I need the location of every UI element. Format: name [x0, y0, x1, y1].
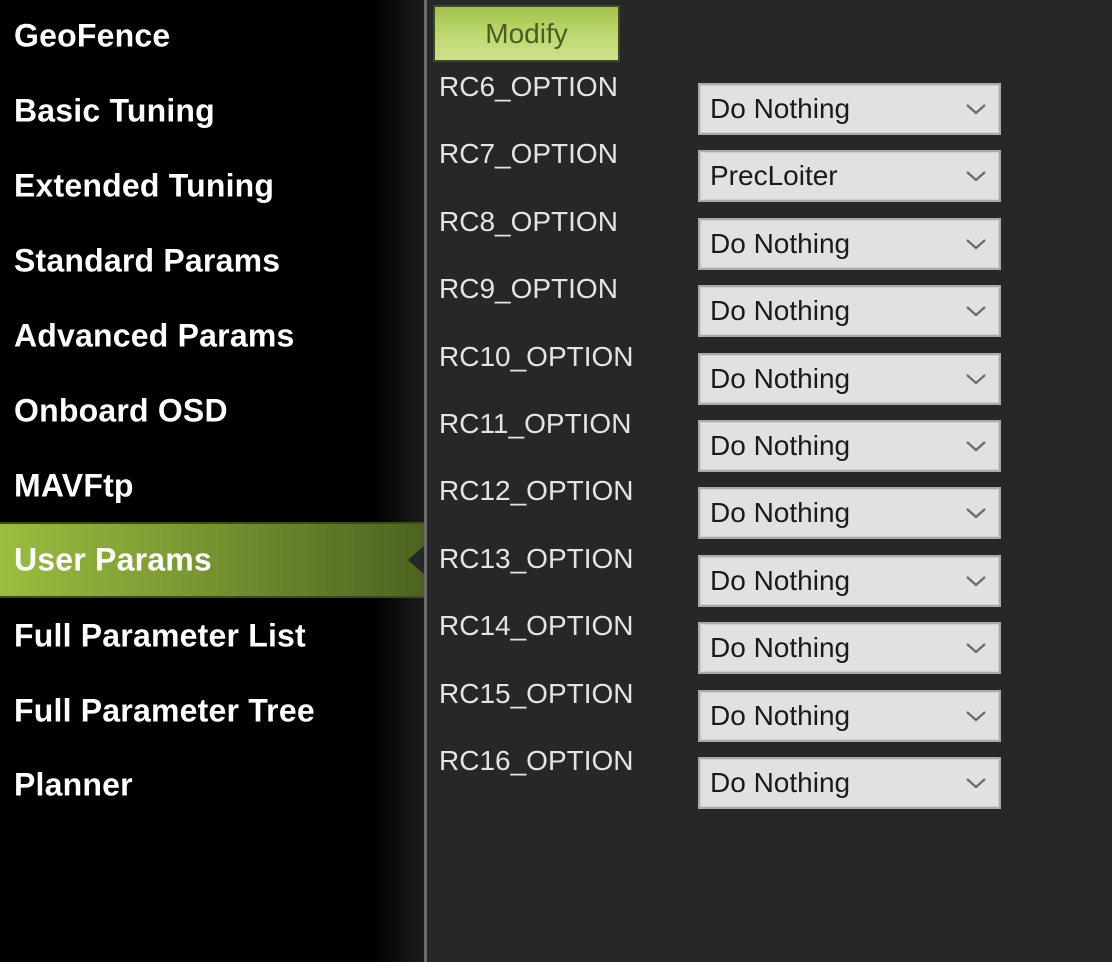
chevron-down-icon	[966, 508, 986, 519]
chevron-down-icon	[966, 710, 986, 722]
sidebar-item-label: Basic Tuning	[14, 92, 215, 129]
param-name: RC6_OPTION	[439, 71, 618, 102]
param-value-dropdown[interactable]: PrecLoiter	[698, 150, 1001, 203]
param-value-dropdown[interactable]: Do Nothing	[698, 285, 1001, 338]
param-name: RC8_OPTION	[439, 205, 618, 237]
param-name: RC9_OPTION	[439, 273, 618, 305]
modify-button[interactable]: Modify	[433, 5, 620, 62]
chevron-down-icon	[966, 575, 986, 587]
sidebar-item-label: Full Parameter List	[14, 617, 306, 654]
sidebar-item-label: GeoFence	[14, 17, 171, 54]
param-value: Do Nothing	[710, 430, 851, 461]
param-value: Do Nothing	[710, 227, 851, 259]
chevron-down-icon	[966, 643, 986, 654]
sidebar-item-label: Standard Params	[14, 242, 281, 279]
sidebar-item-onboard-osd[interactable]: Onboard OSD	[0, 374, 424, 448]
param-name: RC15_OPTION	[439, 677, 634, 709]
param-row: RC7_OPTION PrecLoiter	[430, 138, 1030, 205]
sidebar-item-full-parameter-list[interactable]: Full Parameter List	[0, 599, 424, 673]
param-row: RC13_OPTION Do Nothing	[430, 543, 1030, 610]
sidebar-item-planner[interactable]: Planner	[0, 748, 424, 822]
chevron-down-icon	[966, 171, 986, 182]
param-name: RC7_OPTION	[439, 138, 618, 170]
chevron-down-icon	[966, 373, 986, 385]
param-value-dropdown[interactable]: Do Nothing	[698, 622, 1001, 675]
param-row: RC8_OPTION Do Nothing	[430, 206, 1030, 273]
sidebar-item-advanced-params[interactable]: Advanced Params	[0, 299, 424, 373]
param-name: RC10_OPTION	[439, 340, 634, 372]
param-value-dropdown[interactable]: Do Nothing	[698, 689, 1001, 742]
param-row: RC10_OPTION Do Nothing	[430, 341, 1030, 408]
param-value: Do Nothing	[710, 93, 851, 124]
param-name: RC13_OPTION	[439, 542, 634, 574]
sidebar-item-label: Full Parameter Tree	[14, 692, 315, 729]
param-name: RC12_OPTION	[439, 475, 634, 507]
sidebar-item-label: Planner	[14, 766, 133, 803]
param-name: RC16_OPTION	[439, 745, 634, 776]
param-row: RC16_OPTION Do Nothing	[430, 745, 1030, 812]
param-row: RC14_OPTION Do Nothing	[430, 610, 1030, 677]
param-value-dropdown[interactable]: Do Nothing	[698, 554, 1001, 607]
sidebar-item-label: User Params	[14, 541, 212, 578]
sidebar-item-user-params[interactable]: User Params	[0, 522, 426, 598]
chevron-down-icon	[966, 238, 986, 250]
panel-divider	[424, 0, 427, 962]
sidebar-item-mavftp[interactable]: MAVFtp	[0, 449, 424, 523]
param-row: RC12_OPTION Do Nothing	[430, 475, 1030, 542]
param-value-dropdown[interactable]: Do Nothing	[698, 83, 1001, 135]
param-value: Do Nothing	[710, 699, 851, 731]
chevron-down-icon	[966, 104, 986, 115]
param-value: Do Nothing	[710, 295, 851, 327]
param-value-dropdown[interactable]: Do Nothing	[698, 217, 1001, 270]
chevron-down-icon	[966, 306, 986, 317]
param-value-dropdown[interactable]: Do Nothing	[698, 487, 1001, 540]
sidebar-item-basic-tuning[interactable]: Basic Tuning	[0, 74, 424, 148]
param-row: RC11_OPTION Do Nothing	[430, 408, 1030, 475]
param-value: Do Nothing	[710, 362, 851, 394]
param-name: RC11_OPTION	[439, 408, 632, 439]
param-value: Do Nothing	[710, 497, 851, 529]
param-row: RC6_OPTION Do Nothing	[430, 71, 1030, 138]
sidebar-item-label: Extended Tuning	[14, 167, 275, 204]
param-row: RC15_OPTION Do Nothing	[430, 678, 1030, 745]
param-value-dropdown[interactable]: Do Nothing	[698, 757, 1001, 809]
sidebar-item-label: MAVFtp	[14, 467, 134, 504]
param-value: Do Nothing	[710, 767, 851, 798]
param-value-dropdown[interactable]: Do Nothing	[698, 420, 1001, 472]
param-value: Do Nothing	[710, 632, 851, 664]
param-value-dropdown[interactable]: Do Nothing	[698, 352, 1001, 405]
param-value: Do Nothing	[710, 564, 851, 596]
sidebar-item-extended-tuning[interactable]: Extended Tuning	[0, 149, 424, 223]
sidebar-item-full-parameter-tree[interactable]: Full Parameter Tree	[0, 674, 424, 748]
sidebar-item-label: Onboard OSD	[14, 392, 228, 429]
chevron-down-icon	[966, 441, 986, 452]
sidebar: GeoFence Basic Tuning Extended Tuning St…	[0, 0, 426, 962]
chevron-down-icon	[966, 778, 986, 789]
param-row: RC9_OPTION Do Nothing	[430, 273, 1030, 340]
param-value: PrecLoiter	[710, 160, 838, 192]
sidebar-item-standard-params[interactable]: Standard Params	[0, 224, 424, 298]
sidebar-item-geofence[interactable]: GeoFence	[0, 0, 424, 73]
param-name: RC14_OPTION	[439, 610, 634, 642]
sidebar-item-label: Advanced Params	[14, 317, 295, 354]
